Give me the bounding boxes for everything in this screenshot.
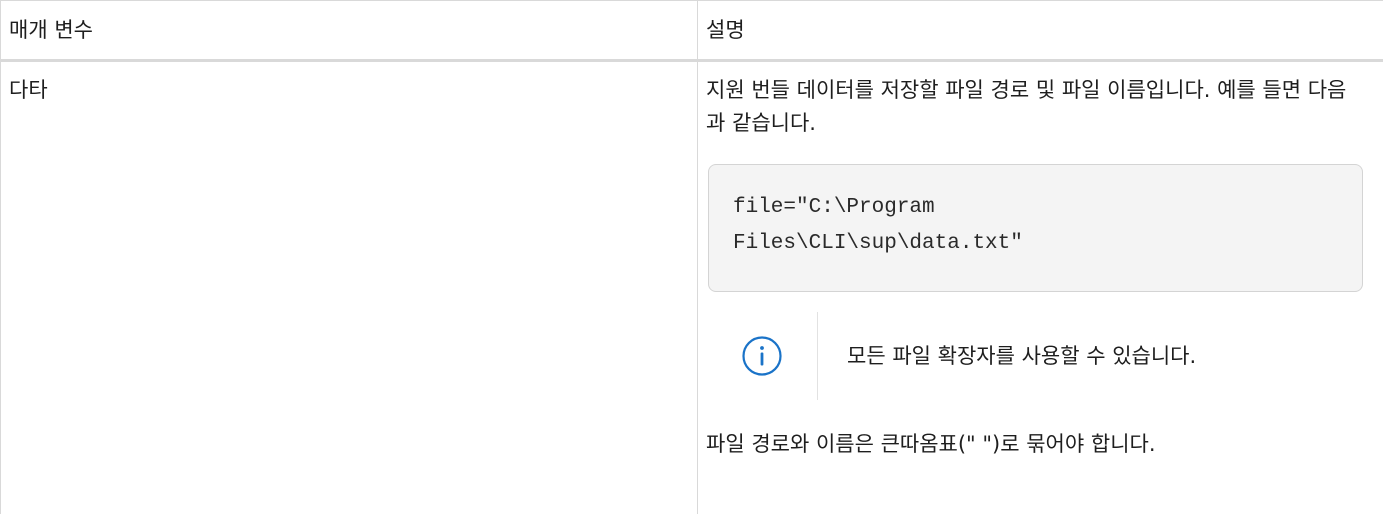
table-row: 다타 지원 번들 데이터를 저장할 파일 경로 및 파일 이름입니다. 예를 들… — [0, 60, 1383, 514]
code-block: file="C:\Program Files\CLI\sup\data.txt" — [708, 164, 1363, 292]
note-icon-container — [706, 312, 818, 400]
table-header-row: 매개 변수 설명 — [0, 0, 1383, 62]
parameter-table: 매개 변수 설명 다타 지원 번들 데이터를 저장할 파일 경로 및 파일 이름… — [0, 0, 1383, 514]
header-description: 설명 — [697, 0, 1383, 62]
info-circle-icon — [741, 336, 782, 376]
note-text: 모든 파일 확장자를 사용할 수 있습니다. — [847, 343, 1197, 368]
param-cell: 다타 — [0, 60, 698, 514]
description-cell: 지원 번들 데이터를 저장할 파일 경로 및 파일 이름입니다. 예를 들면 다… — [697, 60, 1383, 514]
description-text: 지원 번들 데이터를 저장할 파일 경로 및 파일 이름입니다. 예를 들면 다… — [706, 78, 1347, 135]
header-param: 매개 변수 — [0, 0, 698, 62]
footer-text: 파일 경로와 이름은 큰따옴표(" ")로 묶어야 합니다. — [706, 432, 1156, 456]
note-callout: 모든 파일 확장자를 사용할 수 있습니다. — [706, 312, 1375, 400]
